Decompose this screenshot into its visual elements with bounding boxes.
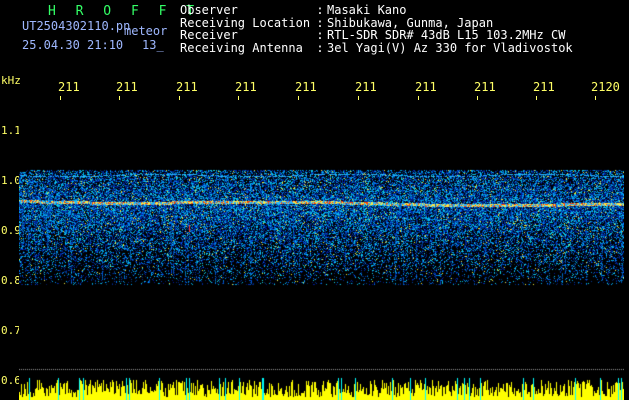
meta-label-observer: Observer <box>180 3 238 17</box>
y-tick-1-0: 1.0 <box>1 174 21 187</box>
y-tick-0-8: 0.8 <box>1 274 21 287</box>
time-tick-3: 211 <box>176 80 198 94</box>
datetime: 25.04.30 21:10 <box>22 38 124 52</box>
y-tick-1-1: 1.1 <box>1 124 21 137</box>
time-tick-5: 211 <box>295 80 317 94</box>
meteor-label: meteor <box>124 24 168 38</box>
y-tick-0-9: 0.9 <box>1 224 21 237</box>
app-title: H R O F F T <box>48 4 201 19</box>
time-tick-6: 211 <box>355 80 377 94</box>
meta-value-antenna: 3el Yagi(V) Az 330 for Vladivostok <box>327 40 573 55</box>
meta-row-observer: Observer : Masaki Kano <box>180 4 573 17</box>
y-tick-0-6: 0.6 <box>1 374 21 387</box>
spectrogram-area <box>19 100 624 400</box>
time-tick-10: 2120 <box>591 80 620 94</box>
time-tick-7: 211 <box>415 80 437 94</box>
time-tick-4: 211 <box>235 80 257 94</box>
time-tick-9: 211 <box>533 80 555 94</box>
meta-row-receiver: Receiver : RTL-SDR SDR# 43dB L15 103.2MH… <box>180 29 573 42</box>
meta-colon-antenna: : <box>316 40 324 55</box>
time-tick-1: 211 <box>58 80 80 94</box>
meta-value-observer: Masaki Kano <box>327 3 407 17</box>
spectrogram-canvas <box>19 100 624 400</box>
meta-colon-observer: : <box>316 3 324 17</box>
meta-colon-receiver: : <box>316 28 324 43</box>
time-tick-8: 211 <box>474 80 496 94</box>
frame-count: 13_ <box>142 38 164 52</box>
meta-value-receiver: RTL-SDR SDR# 43dB L15 103.2MHz CW <box>327 28 566 43</box>
observation-metadata: Observer : Masaki Kano Receiving Locatio… <box>180 4 573 54</box>
time-axis: 211 211 211 211 211 211 211 211 211 2120 <box>0 80 629 101</box>
file-name: UT2504302110.pn <box>22 19 131 33</box>
y-tick-0-7: 0.7 <box>1 324 21 337</box>
meta-row-antenna: Receiving Antenna : 3el Yagi(V) Az 330 f… <box>180 42 573 55</box>
meta-label-receiver: Receiver <box>180 28 238 43</box>
meta-label-antenna: Receiving Antenna <box>180 40 303 55</box>
time-tick-2: 211 <box>116 80 138 94</box>
